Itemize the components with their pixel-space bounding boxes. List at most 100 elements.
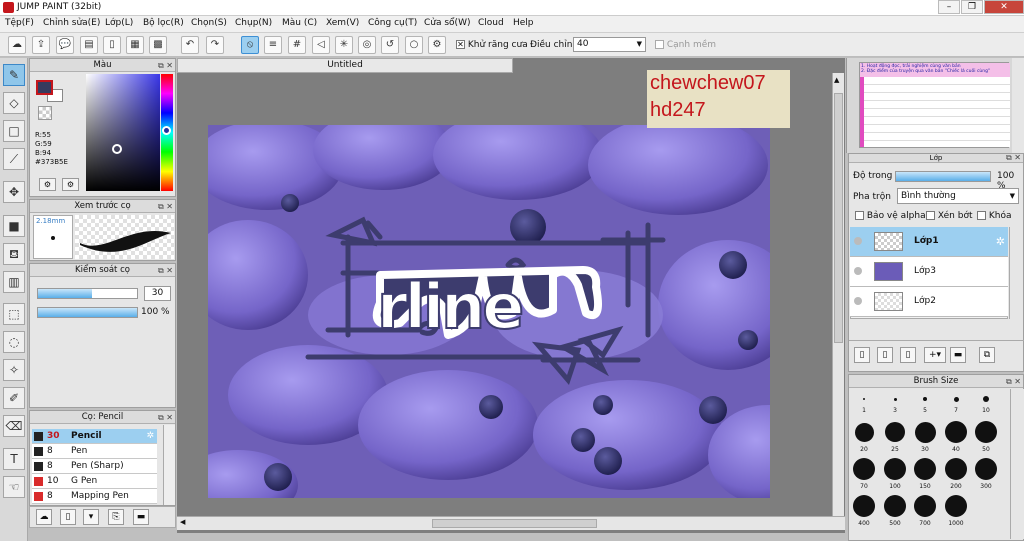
layer-row-lop2[interactable]: Lớp2 [850, 287, 1008, 317]
panel-close-icon[interactable]: ⧉ ✕ [158, 60, 173, 72]
brush-size-dot[interactable] [975, 421, 997, 443]
snap-settings-icon[interactable]: ⚙ [428, 36, 446, 54]
clipping-checkbox[interactable] [926, 211, 935, 220]
line-tool-icon[interactable]: ⟋ [3, 148, 25, 170]
new-halftone-layer-icon[interactable]: ▯ [877, 347, 893, 363]
snap-ellipse-icon[interactable]: ○ [405, 36, 423, 54]
lock-checkbox[interactable] [977, 211, 986, 220]
snap-perspective-icon[interactable]: ◁ [312, 36, 330, 54]
comment-icon[interactable]: ▤ [80, 36, 98, 54]
page-icon[interactable]: ▯ [103, 36, 121, 54]
protect-alpha-option[interactable]: Bảo vệ alpha [855, 211, 926, 221]
brush-item-g-pen[interactable]: 10 G Pen [32, 474, 157, 489]
hue-slider-handle[interactable] [162, 126, 171, 135]
foreground-color-swatch[interactable] [36, 80, 53, 95]
clipping-option[interactable]: Xén bớt [926, 211, 973, 221]
snap-circle-icon[interactable]: ◎ [358, 36, 376, 54]
layer-opacity-slider[interactable] [895, 171, 991, 182]
menu-filter[interactable]: Bộ lọc(R) [143, 18, 184, 28]
panel-close-icon[interactable]: ⧉ ✕ [158, 412, 173, 424]
layer-row-lop1[interactable]: Lớp1 ✲ [850, 227, 1008, 257]
undo-icon[interactable]: ↶ [181, 36, 199, 54]
merge-layer-icon[interactable]: ⧉ [979, 347, 995, 363]
brush-size-dot[interactable] [953, 396, 959, 402]
menu-color[interactable]: Màu (C) [282, 18, 317, 28]
panel-close-icon[interactable]: ⧉ ✕ [1006, 376, 1021, 388]
navigator-scrollbar[interactable] [1012, 58, 1024, 153]
brush-size-dot[interactable] [975, 458, 997, 480]
brush-item-pencil[interactable]: 30 Pencil ✲ [32, 429, 157, 444]
shape-tool-icon[interactable]: □ [3, 120, 25, 142]
brush-size-dot[interactable] [945, 421, 967, 443]
brush-size-dot[interactable] [853, 458, 875, 480]
gradient-tool-icon[interactable]: ▥ [3, 271, 25, 293]
speech-bubble-icon[interactable]: 💬 [56, 36, 74, 54]
brush-size-dot[interactable] [914, 495, 936, 517]
text-tool-icon[interactable]: T [3, 448, 25, 470]
brush-tool-icon[interactable]: ✎ [3, 64, 25, 86]
color-settings-icon[interactable]: ⚙ [62, 178, 79, 191]
gear-icon[interactable]: ✲ [996, 235, 1005, 248]
saturation-value-picker[interactable] [86, 74, 160, 191]
cloud-brush-icon[interactable]: ☁ [36, 509, 52, 525]
brush-size-dot[interactable] [923, 397, 927, 401]
brush-size-scrollbar[interactable] [1010, 389, 1024, 539]
menu-cloud[interactable]: Cloud [478, 18, 504, 28]
menu-tools[interactable]: Công cụ(T) [368, 18, 417, 28]
antialias-option[interactable]: ✕ Khử răng cưa [456, 40, 528, 50]
palette-icon[interactable]: ⚙ [39, 178, 56, 191]
navigator-thumbnail[interactable]: 1. Hoạt động đọc, trải nghiệm cùng văn b… [859, 62, 1010, 148]
brush-opacity-slider[interactable] [37, 307, 138, 318]
snap-parallel-icon[interactable]: ≡ [264, 36, 282, 54]
brush-item-pen-sharp[interactable]: 8 Pen (Sharp) [32, 459, 157, 474]
panel-close-icon[interactable]: ⧉ ✕ [158, 201, 173, 213]
copy-layer-icon[interactable]: ▯ [900, 347, 916, 363]
lasso-tool-icon[interactable]: ◌ [3, 331, 25, 353]
brush-size-dot[interactable] [945, 495, 967, 517]
brush-size-dot[interactable] [854, 422, 874, 442]
lock-option[interactable]: Khóa [977, 211, 1012, 221]
antialias-checkbox[interactable]: ✕ [456, 40, 465, 49]
brush-item-pen[interactable]: 8 Pen [32, 444, 157, 459]
snap-grid-icon[interactable]: # [288, 36, 306, 54]
document-tab[interactable]: Untitled [177, 58, 513, 73]
brush-copy-icon[interactable]: ⎘ [108, 509, 124, 525]
menu-edit[interactable]: Chỉnh sửa(E) [43, 18, 100, 28]
canvas-horizontal-scrollbar[interactable]: ◀ [177, 516, 845, 530]
brush-list-scrollbar[interactable] [163, 425, 175, 505]
color-picker-cursor[interactable] [112, 144, 122, 154]
upload-icon[interactable]: ⇪ [32, 36, 50, 54]
menu-window[interactable]: Cửa sổ(W) [424, 18, 470, 28]
protect-alpha-checkbox[interactable] [855, 211, 864, 220]
add-layer-menu-icon[interactable]: +▾ [924, 347, 946, 363]
menu-layer[interactable]: Lớp(L) [105, 18, 133, 28]
brush-size-dot[interactable] [884, 495, 906, 517]
grid-pages-icon[interactable]: ▩ [149, 36, 167, 54]
scroll-up-icon[interactable]: ▲ [834, 76, 839, 84]
brush-size-dot[interactable] [983, 396, 989, 402]
new-brush-icon[interactable]: ▯ [60, 509, 76, 525]
hue-slider[interactable] [161, 74, 173, 191]
canvas-vertical-scrollbar[interactable]: ▲ [832, 73, 844, 518]
brush-size-dot[interactable] [893, 397, 897, 401]
vertical-scroll-thumb[interactable] [834, 93, 843, 343]
brush-item-mapping-pen[interactable]: 8 Mapping Pen [32, 489, 157, 504]
menu-view[interactable]: Xem(V) [326, 18, 359, 28]
brush-size-dot[interactable] [885, 422, 905, 442]
soft-edge-checkbox[interactable] [655, 40, 664, 49]
snap-off-icon[interactable]: ⦸ [241, 36, 259, 54]
bucket-tool-icon[interactable]: ⛾ [3, 243, 25, 265]
redo-icon[interactable]: ↷ [206, 36, 224, 54]
eraser-tool-icon[interactable]: ◇ [3, 92, 25, 114]
transparent-color-swatch[interactable] [38, 106, 52, 120]
brush-menu-icon[interactable]: ▾ [83, 509, 99, 525]
scroll-left-icon[interactable]: ◀ [180, 518, 185, 526]
brush-size-dot[interactable] [853, 495, 875, 517]
menu-select[interactable]: Chọn(S) [191, 18, 227, 28]
brush-size-slider[interactable] [37, 288, 138, 299]
brush-size-input[interactable]: 30 [144, 286, 171, 301]
visibility-toggle-icon[interactable] [854, 267, 862, 275]
maximize-button[interactable]: ❐ [961, 0, 983, 14]
menu-capture[interactable]: Chụp(N) [235, 18, 272, 28]
menu-file[interactable]: Tệp(F) [5, 18, 34, 28]
